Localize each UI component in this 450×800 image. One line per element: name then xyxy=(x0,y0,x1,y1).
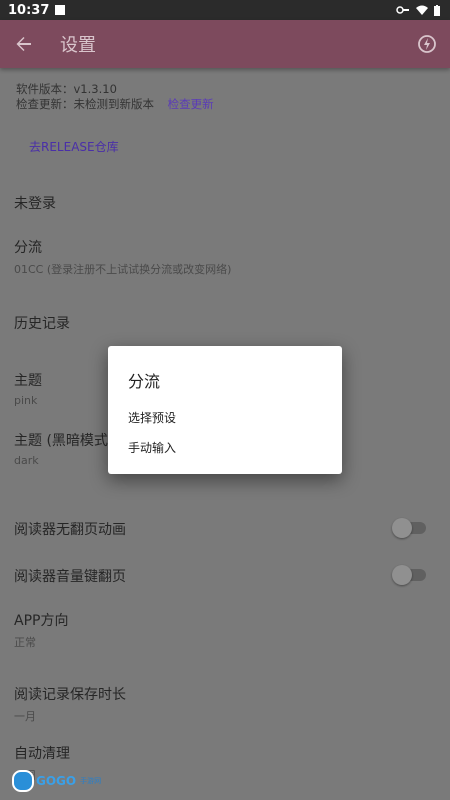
no-page-anim-label: 阅读器无翻页动画 xyxy=(14,522,126,538)
arrow-back-icon xyxy=(16,37,31,51)
status-time: 10:37 xyxy=(8,2,50,18)
app-orientation-label: APP方向 xyxy=(14,613,69,629)
history-duration-label: 阅读记录保存时长 xyxy=(14,687,126,703)
dialog-option-preset[interactable]: 选择预设 xyxy=(128,409,176,426)
action-button[interactable] xyxy=(416,33,438,55)
no-page-anim-item[interactable]: 阅读器无翻页动画 xyxy=(14,519,126,539)
theme-label: 主题 xyxy=(14,373,42,389)
volume-key-label: 阅读器音量键翻页 xyxy=(14,569,126,585)
wifi-icon xyxy=(416,5,428,15)
app-orientation-value: 正常 xyxy=(14,636,36,649)
route-item[interactable]: 分流 01CC (登录注册不上试试换分流或改变网络) xyxy=(14,237,231,277)
status-bar: 10:37 xyxy=(0,0,450,20)
vpn-key-icon xyxy=(396,6,409,14)
version-info: 软件版本：v1.3.10 检查更新：未检测到新版本 检查更新 xyxy=(16,82,214,112)
app-bar: 设置 xyxy=(0,20,450,68)
theme-value: pink xyxy=(14,394,38,407)
volume-key-item[interactable]: 阅读器音量键翻页 xyxy=(14,566,126,586)
route-label: 分流 xyxy=(14,240,42,256)
dialog-option-manual[interactable]: 手动输入 xyxy=(128,439,176,456)
toggle-knob xyxy=(392,518,412,538)
update-status: 检查更新：未检测到新版本 检查更新 xyxy=(16,97,214,112)
watermark-logo xyxy=(12,770,34,792)
history-item[interactable]: 历史记录 xyxy=(14,313,70,333)
back-button[interactable] xyxy=(14,34,34,54)
login-item[interactable]: 未登录 xyxy=(14,193,56,213)
check-update-link[interactable]: 检查更新 xyxy=(168,97,214,111)
toggle-knob xyxy=(392,565,412,585)
page-title: 设置 xyxy=(60,35,96,56)
watermark: GOGO 手游网 xyxy=(12,770,101,792)
dialog-title: 分流 xyxy=(128,372,161,391)
battery-icon xyxy=(434,4,440,16)
status-icons xyxy=(396,4,440,16)
flash-circle-icon xyxy=(418,35,436,53)
route-value: 01CC (登录注册不上试试换分流或改变网络) xyxy=(14,263,232,276)
theme-item[interactable]: 主题 pink xyxy=(14,370,42,407)
no-page-anim-toggle[interactable] xyxy=(392,518,426,538)
watermark-subtext: 手游网 xyxy=(80,777,102,785)
history-label: 历史记录 xyxy=(14,316,70,332)
auto-clean-label: 自动清理 xyxy=(14,746,70,762)
release-repo-link[interactable]: 去RELEASE仓库 xyxy=(29,138,119,155)
route-dialog: 分流 选择预设 手动输入 xyxy=(108,346,342,474)
history-duration-value: 一月 xyxy=(14,710,36,723)
version-text: 软件版本：v1.3.10 xyxy=(16,82,117,96)
login-label: 未登录 xyxy=(14,196,56,212)
notification-icon xyxy=(55,5,66,15)
dark-theme-item[interactable]: 主题 (黑暗模式) dark xyxy=(14,430,113,467)
dark-theme-value: dark xyxy=(14,454,39,467)
app-orientation-item[interactable]: APP方向 正常 xyxy=(14,610,68,650)
dark-theme-label: 主题 (黑暗模式) xyxy=(14,433,114,449)
volume-key-toggle[interactable] xyxy=(392,565,426,585)
update-status-text: 检查更新：未检测到新版本 xyxy=(16,97,154,111)
watermark-text: GOGO xyxy=(36,774,77,788)
history-duration-item[interactable]: 阅读记录保存时长 一月 xyxy=(14,684,126,724)
